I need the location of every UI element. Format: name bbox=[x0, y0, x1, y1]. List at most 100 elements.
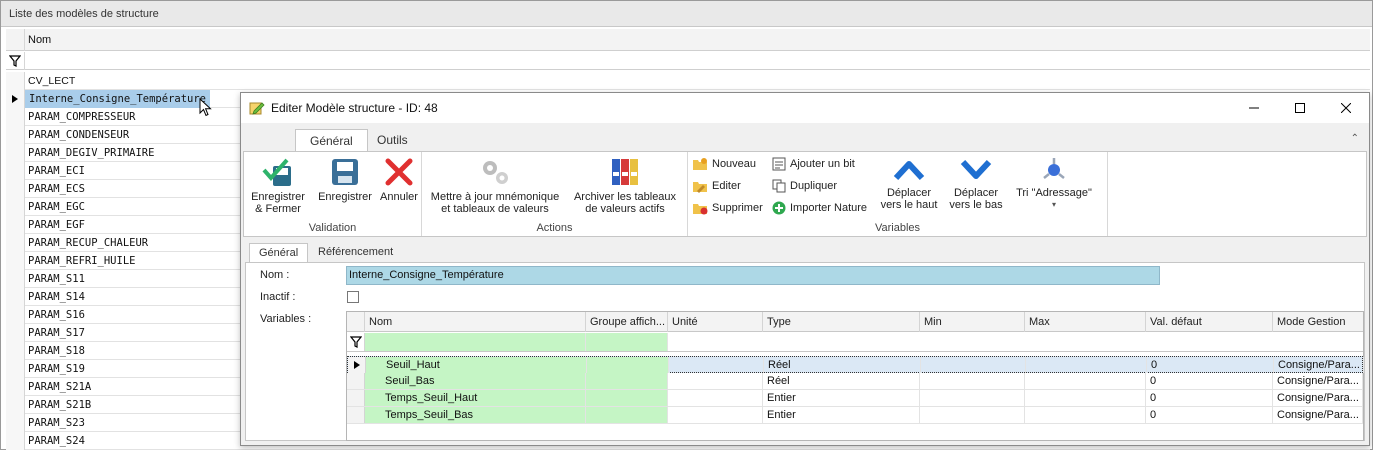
save-button[interactable]: Enregistrer bbox=[314, 156, 376, 203]
tab-referencement[interactable]: Référencement bbox=[309, 243, 402, 263]
delete-variable-button[interactable]: Supprimer bbox=[692, 201, 763, 215]
sort-icon bbox=[1043, 158, 1065, 179]
filter-icon[interactable] bbox=[9, 55, 21, 67]
table-row[interactable]: Seuil_Bas Réel 0 Consigne/Para... bbox=[347, 373, 1363, 390]
table-row[interactable]: Temps_Seuil_Haut Entier 0 Consigne/Para... bbox=[347, 390, 1363, 407]
list-item-label: PARAM_COMPRESSEUR bbox=[28, 111, 136, 123]
add-bit-button[interactable]: Ajouter un bit bbox=[772, 157, 855, 171]
ribbon-group-validation: Enregistrer & Fermer Enregistrer Annuler… bbox=[244, 152, 422, 236]
cell-type[interactable]: Réel bbox=[764, 357, 921, 373]
cell-type[interactable]: Entier bbox=[763, 407, 920, 423]
inactive-label: Inactif : bbox=[260, 291, 296, 303]
save-icon bbox=[332, 159, 358, 185]
archive-tables-button[interactable]: Archiver les tableaux de valeurs actifs bbox=[568, 156, 682, 215]
binders-icon bbox=[612, 159, 638, 185]
filter-icon[interactable] bbox=[349, 336, 362, 348]
cell-mode[interactable]: Consigne/Para... bbox=[1273, 390, 1363, 406]
ribbon-tab-outils[interactable]: Outils bbox=[363, 129, 422, 151]
table-row[interactable]: Seuil_Haut Réel 0 Consigne/Para... bbox=[347, 356, 1364, 373]
column-header-type[interactable]: Type bbox=[763, 312, 920, 332]
cancel-icon bbox=[385, 158, 413, 186]
save-close-button[interactable]: Enregistrer & Fermer bbox=[248, 156, 308, 215]
cell-unite[interactable] bbox=[668, 390, 763, 406]
cell-min[interactable] bbox=[921, 357, 1026, 373]
column-header-nom[interactable]: Nom bbox=[365, 312, 586, 332]
cell-mode[interactable]: Consigne/Para... bbox=[1273, 407, 1363, 423]
variables-grid-filter-row[interactable] bbox=[347, 333, 1363, 352]
filter-cell-nom[interactable] bbox=[365, 333, 586, 351]
general-tab-panel: Nom : Interne_Consigne_Température Inact… bbox=[245, 262, 1365, 441]
cell-type[interactable]: Réel bbox=[763, 373, 920, 389]
folder-new-icon bbox=[693, 158, 707, 170]
column-header-max[interactable]: Max bbox=[1025, 312, 1146, 332]
cell-nom[interactable]: Seuil_Haut bbox=[366, 357, 587, 373]
cell-nom[interactable]: Temps_Seuil_Bas bbox=[365, 407, 586, 423]
list-item-label: CV_LECT bbox=[28, 75, 76, 87]
cell-type[interactable]: Entier bbox=[763, 390, 920, 406]
table-row[interactable]: Temps_Seuil_Bas Entier 0 Consigne/Para... bbox=[347, 407, 1363, 424]
cell-unite[interactable] bbox=[668, 407, 763, 423]
list-item-label: PARAM_S19 bbox=[28, 363, 85, 375]
tab-general[interactable]: Général bbox=[249, 243, 309, 263]
cell-mode[interactable]: Consigne/Para... bbox=[1274, 357, 1364, 373]
dialog-titlebar[interactable]: Editer Modèle structure - ID: 48 bbox=[241, 93, 1369, 123]
column-header-mode-gestion[interactable]: Mode Gestion bbox=[1273, 312, 1363, 332]
move-down-button[interactable]: Déplacer vers le bas bbox=[946, 156, 1006, 211]
maximize-button[interactable] bbox=[1277, 93, 1323, 123]
inactive-checkbox[interactable] bbox=[347, 291, 359, 303]
cell-groupe[interactable] bbox=[586, 390, 668, 406]
list-item-label: PARAM_S21A bbox=[28, 381, 92, 393]
cell-defaut[interactable]: 0 bbox=[1146, 390, 1273, 406]
cell-min[interactable] bbox=[920, 390, 1025, 406]
update-mnemonic-button[interactable]: Mettre à jour mnémonique et tableaux de … bbox=[428, 156, 562, 215]
import-nature-button[interactable]: Importer Nature bbox=[772, 201, 867, 215]
cell-defaut[interactable]: 0 bbox=[1146, 407, 1273, 423]
column-header-unite[interactable]: Unité bbox=[668, 312, 763, 332]
cell-min[interactable] bbox=[920, 373, 1025, 389]
edit-variable-button[interactable]: Editer bbox=[692, 179, 741, 193]
list-item-label: Interne_Consigne_Température bbox=[25, 90, 211, 108]
cell-defaut[interactable]: 0 bbox=[1147, 357, 1274, 373]
list-item[interactable]: CV_LECT bbox=[6, 72, 1370, 90]
cell-max[interactable] bbox=[1025, 373, 1146, 389]
column-header-nom[interactable]: Nom bbox=[28, 29, 51, 51]
list-item-label: PARAM_REFRI_HUILE bbox=[28, 255, 136, 267]
name-field[interactable]: Interne_Consigne_Température bbox=[346, 266, 1160, 285]
sort-addressing-button[interactable]: Tri "Adressage" ▾ bbox=[1010, 156, 1098, 211]
duplicate-button[interactable]: Dupliquer bbox=[772, 179, 837, 193]
close-button[interactable] bbox=[1323, 93, 1369, 123]
cancel-button[interactable]: Annuler bbox=[377, 156, 421, 203]
cell-unite[interactable] bbox=[669, 357, 764, 373]
group-label-variables: Variables bbox=[874, 222, 921, 234]
cell-groupe[interactable] bbox=[587, 357, 669, 373]
ribbon: Enregistrer & Fermer Enregistrer Annuler… bbox=[243, 151, 1367, 237]
list-item-label: PARAM_S18 bbox=[28, 345, 85, 357]
column-header-groupe[interactable]: Groupe affich... bbox=[586, 312, 668, 332]
move-up-button[interactable]: Déplacer vers le haut bbox=[878, 156, 940, 211]
cell-min[interactable] bbox=[920, 407, 1025, 423]
cell-nom[interactable]: Temps_Seuil_Haut bbox=[365, 390, 586, 406]
cell-groupe[interactable] bbox=[586, 407, 668, 423]
cell-max[interactable] bbox=[1025, 407, 1146, 423]
ribbon-tabs: Général Outils ⌃ bbox=[241, 127, 1369, 151]
ribbon-tab-general[interactable]: Général bbox=[295, 129, 368, 151]
cell-nom[interactable]: Seuil_Bas bbox=[365, 373, 586, 389]
group-label-validation: Validation bbox=[308, 222, 357, 234]
list-item-label: PARAM_ECS bbox=[28, 183, 85, 195]
column-header-min[interactable]: Min bbox=[920, 312, 1025, 332]
list-item-label: PARAM_S24 bbox=[28, 435, 85, 447]
cell-mode[interactable]: Consigne/Para... bbox=[1273, 373, 1363, 389]
ribbon-collapse-icon[interactable]: ⌃ bbox=[1351, 133, 1359, 144]
cell-defaut[interactable]: 0 bbox=[1146, 373, 1273, 389]
list-item-label: PARAM_CONDENSEUR bbox=[28, 129, 130, 141]
new-variable-button[interactable]: Nouveau bbox=[692, 157, 756, 171]
list-item-label: PARAM_S21B bbox=[28, 399, 92, 411]
cell-groupe[interactable] bbox=[586, 373, 668, 389]
minimize-button[interactable] bbox=[1231, 93, 1277, 123]
grid-filter-row[interactable] bbox=[6, 52, 1370, 70]
filter-cell-groupe[interactable] bbox=[586, 333, 668, 351]
cell-unite[interactable] bbox=[668, 373, 763, 389]
cell-max[interactable] bbox=[1026, 357, 1147, 373]
column-header-val-defaut[interactable]: Val. défaut bbox=[1146, 312, 1273, 332]
cell-max[interactable] bbox=[1025, 390, 1146, 406]
